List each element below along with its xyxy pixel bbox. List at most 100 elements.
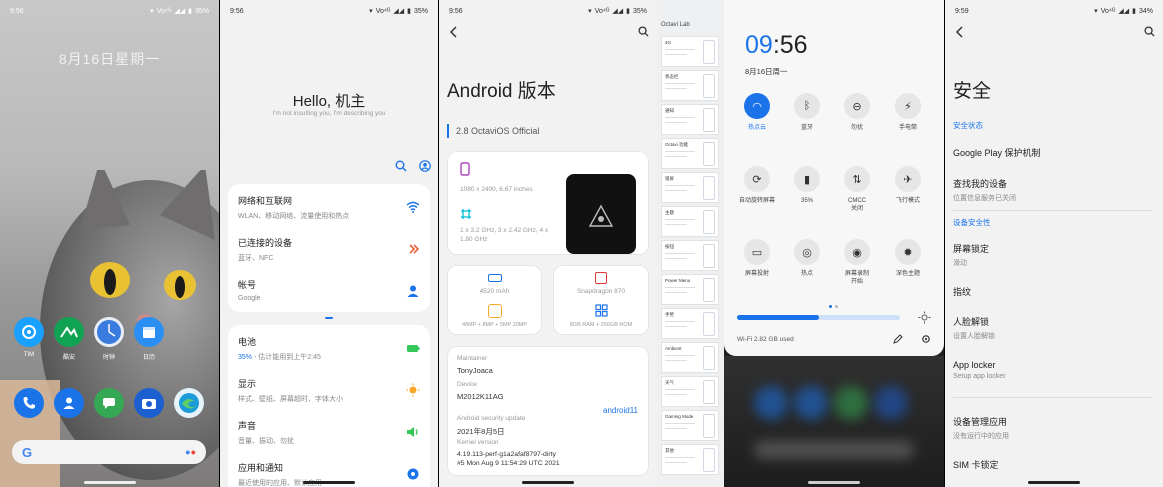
back-arrow-icon[interactable] xyxy=(449,26,459,38)
settings-gear-icon[interactable] xyxy=(921,334,931,344)
security-item-find-my-device[interactable]: 查找我的设备 位置信息服务已关闭 xyxy=(953,177,1016,203)
messages-icon[interactable] xyxy=(94,388,124,418)
qs-tile-label: CMCC 关闭 xyxy=(848,198,866,212)
tim-app-icon[interactable] xyxy=(14,317,44,347)
assistant-icon[interactable]: ●● xyxy=(185,447,196,457)
wifi-tile[interactable]: ◠ xyxy=(744,93,770,119)
rom-version: 2.8 OctaviOS Official xyxy=(447,124,539,138)
calendar-app-icon[interactable] xyxy=(134,317,164,347)
settings-item-connected-devices[interactable]: 已连接的设备 蓝牙、NFC xyxy=(238,236,420,263)
phone-render xyxy=(566,174,636,254)
octavi-list-item[interactable]: 天气 xyxy=(661,376,719,407)
octavi-list-item[interactable]: 4G xyxy=(661,36,719,67)
placeholder-line xyxy=(665,54,687,55)
settings-item-subtitle: 音量、振动、勿扰 xyxy=(238,438,294,445)
octavi-list-item[interactable]: Ambient xyxy=(661,342,719,373)
back-arrow-icon[interactable] xyxy=(955,26,965,38)
qs-tile-label: 热点云 xyxy=(747,125,766,131)
settings-item-display[interactable]: 显示 样式、壁纸、屏幕超时、字体大小 xyxy=(238,377,420,404)
gesture-bar[interactable] xyxy=(1028,481,1080,484)
airplane-tile[interactable]: ✈ xyxy=(895,166,921,192)
dark-theme-tile[interactable]: ✹ xyxy=(895,239,921,265)
security-item-play-protect[interactable]: Google Play 保护机制 xyxy=(953,146,1041,159)
settings-item-title: 已连接的设备 xyxy=(238,238,293,248)
search-icon[interactable] xyxy=(1144,26,1155,37)
camera-icon[interactable] xyxy=(134,388,164,418)
section-header-device-security: 设备安全性 xyxy=(953,218,991,227)
phone-preview-icon xyxy=(703,244,715,268)
octavi-list-item[interactable]: 锁屏 xyxy=(661,172,719,203)
maintainer-label: Maintainer xyxy=(457,355,488,362)
octavi-list-item[interactable]: 手势 xyxy=(661,308,719,339)
contacts-icon[interactable] xyxy=(54,388,84,418)
security-screen: 9:59 ▾ Vo⁴ᴳ ◢◢ ▮ 34% 安全 安全状态 Google Play… xyxy=(945,0,1163,487)
placeholder-line xyxy=(665,355,695,356)
security-item-fingerprint[interactable]: 指纹 xyxy=(953,285,971,298)
octavi-list-item[interactable]: 通知 xyxy=(661,104,719,135)
security-item-title: 屏幕锁定 xyxy=(953,244,990,254)
placeholder-line xyxy=(665,258,687,259)
octavi-list-item[interactable]: 其他 xyxy=(661,444,719,475)
status-time: 9:56 xyxy=(230,7,244,15)
phone-icon[interactable] xyxy=(14,388,44,418)
security-item-title: SIM 卡锁定 xyxy=(953,460,999,470)
settings-item-accounts[interactable]: 帐号 Google xyxy=(238,278,420,302)
security-item-screen-lock[interactable]: 屏幕锁定 滑动 xyxy=(953,242,989,268)
brightness-icon xyxy=(406,383,420,397)
clock-app-icon[interactable] xyxy=(94,317,124,347)
security-item-app-locker[interactable]: App locker Setup app locker xyxy=(953,360,1006,380)
dnd-icon: ⊖ xyxy=(852,100,862,113)
record-tile[interactable]: ◉ xyxy=(844,239,870,265)
cast-tile[interactable]: ▭ xyxy=(744,239,770,265)
coolapk-app-icon[interactable] xyxy=(54,317,84,347)
profile-icon[interactable] xyxy=(419,160,431,172)
octavi-list-item[interactable]: 状态栏 xyxy=(661,70,719,101)
phone-preview-icon xyxy=(703,40,715,64)
security-item-device-admin[interactable]: 设备管理应用 没有运行中的应用 xyxy=(953,415,1009,441)
octavi-list-item[interactable]: 主题 xyxy=(661,206,719,237)
status-bar: 9:59 ▾ Vo⁴ᴳ ◢◢ ▮ 34% xyxy=(955,4,1153,18)
placeholder-line xyxy=(665,151,695,152)
settings-item-title: 电池 xyxy=(238,337,257,347)
gesture-bar[interactable] xyxy=(522,481,574,484)
battery-saver-icon: ▮ xyxy=(803,173,811,186)
google-search-bar[interactable]: G ●● xyxy=(12,440,206,464)
octavi-list-item[interactable]: Gaming Mode xyxy=(661,410,719,441)
security-item-sim-lock[interactable]: SIM 卡锁定 xyxy=(953,458,999,471)
search-icon[interactable] xyxy=(395,160,407,172)
gesture-bar[interactable] xyxy=(83,481,136,484)
settings-item-subtitle: WLAN、移动网络、流量使用和热点 xyxy=(238,213,350,220)
placeholder-line xyxy=(665,457,695,458)
quick-settings-panel: 09:56 8月16日周一 ◠ 热点云 ᛒ 蓝牙 ⊖ 勿扰 ⚡ 手电筒 ⟳ 自动旋转屏幕 ▮ 35% ⇅… xyxy=(724,0,944,356)
settings-item-network[interactable]: 网络和互联网 WLAN、移动网络、流量使用和热点 xyxy=(238,194,420,221)
security-item-face-unlock[interactable]: 人脸解锁 设置人脸解锁 xyxy=(953,315,995,341)
placeholder-line xyxy=(665,428,687,429)
flashlight-tile[interactable]: ⚡ xyxy=(895,93,921,119)
octavi-list-item[interactable]: Power Menu xyxy=(661,274,719,305)
gesture-bar[interactable] xyxy=(303,481,355,484)
gesture-bar[interactable] xyxy=(808,481,860,484)
settings-item-subtitle: Google xyxy=(238,295,261,302)
edit-icon[interactable] xyxy=(893,334,903,344)
apps-icon xyxy=(407,468,419,480)
hotspot-tile[interactable]: ◎ xyxy=(794,239,820,265)
data-tile[interactable]: ⇅ xyxy=(844,166,870,192)
security-item-title: 查找我的设备 xyxy=(953,179,1008,189)
search-icon[interactable] xyxy=(638,26,649,37)
bluetooth-icon: ᛒ xyxy=(803,100,811,112)
status-bar: 9:56 ▾ Vo⁴ᴳ ◢◢ ▮ 35% xyxy=(230,4,428,18)
bluetooth-tile[interactable]: ᛒ xyxy=(794,93,820,119)
battery-saver-tile[interactable]: ▮ xyxy=(794,166,820,192)
rotate-tile[interactable]: ⟳ xyxy=(744,166,770,192)
settings-item-battery[interactable]: 电池 35% - 估计能用到上午2:45 xyxy=(238,335,420,362)
settings-screen: 9:56 ▾ Vo⁴ᴳ ◢◢ ▮ 35% Hello, 机主 I'm not i… xyxy=(220,0,438,487)
octavi-list-item[interactable]: 按钮 xyxy=(661,240,719,271)
brightness-slider[interactable] xyxy=(737,315,900,320)
network-label: Vo⁴ᴳ xyxy=(594,7,610,15)
octavi-list-item[interactable]: Octavi 功能 xyxy=(661,138,719,169)
dnd-tile[interactable]: ⊖ xyxy=(844,93,870,119)
security-item-title: 指纹 xyxy=(953,287,972,297)
auto-brightness-icon[interactable] xyxy=(918,311,931,324)
edge-icon[interactable] xyxy=(174,388,204,418)
settings-item-sound[interactable]: 声音 音量、振动、勿扰 xyxy=(238,419,420,446)
